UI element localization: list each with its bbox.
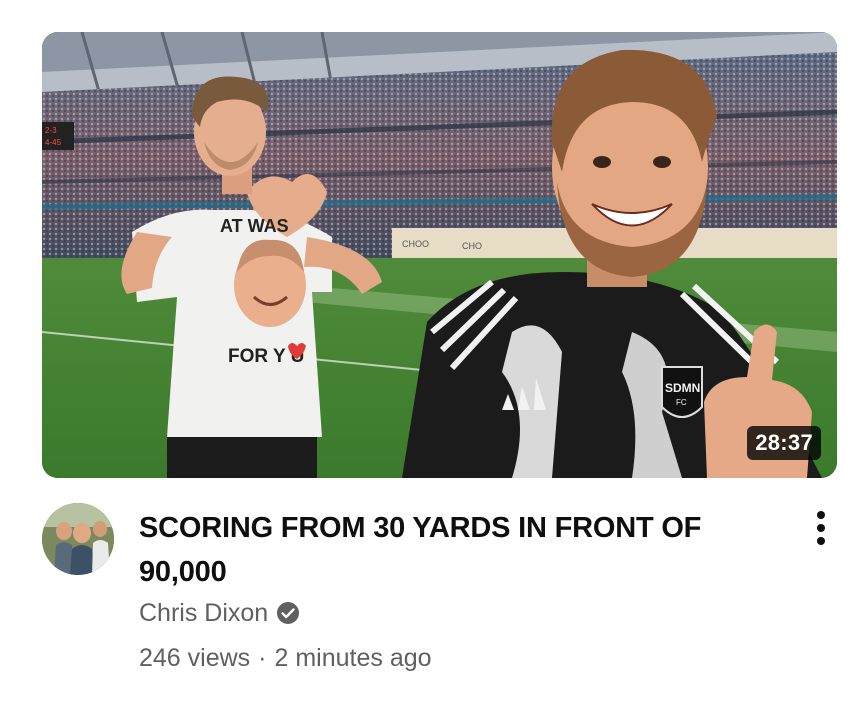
channel-row: Chris Dixon xyxy=(139,596,300,630)
view-count: 246 views xyxy=(139,643,251,672)
video-stats: 246 views · 2 minutes ago xyxy=(139,641,432,675)
jersey-badge: SDMN xyxy=(665,381,700,395)
svg-text:CHOO: CHOO xyxy=(402,239,429,249)
avatar-image xyxy=(42,503,114,575)
svg-text:CHO: CHO xyxy=(462,241,482,251)
video-title[interactable]: SCORING FROM 30 YARDS IN FRONT OF 90,000 xyxy=(139,506,779,594)
video-duration-badge: 28:37 xyxy=(747,426,821,460)
menu-dot xyxy=(817,537,825,545)
scoreboard-line2: 4-45 xyxy=(45,138,62,147)
channel-avatar[interactable] xyxy=(42,503,114,575)
menu-dot xyxy=(817,524,825,532)
more-vert-icon[interactable] xyxy=(806,506,836,550)
thumbnail-image: CHOO CHO 2-3 4-45 AT WAS FOR Y U SDMN FC xyxy=(42,32,837,478)
video-thumbnail[interactable]: CHOO CHO 2-3 4-45 AT WAS FOR Y U SDMN FC… xyxy=(42,32,837,478)
scoreboard-line1: 2-3 xyxy=(45,126,57,135)
verified-check-icon xyxy=(276,601,300,625)
jersey-badge-sub: FC xyxy=(676,398,687,407)
menu-dot xyxy=(817,511,825,519)
channel-name[interactable]: Chris Dixon xyxy=(139,599,268,628)
meta-separator: · xyxy=(258,643,267,672)
video-card[interactable]: CHOO CHO 2-3 4-45 AT WAS FOR Y U SDMN FC… xyxy=(0,0,868,710)
upload-age: 2 minutes ago xyxy=(274,643,432,672)
shirt-text-top: AT WAS xyxy=(220,216,289,236)
